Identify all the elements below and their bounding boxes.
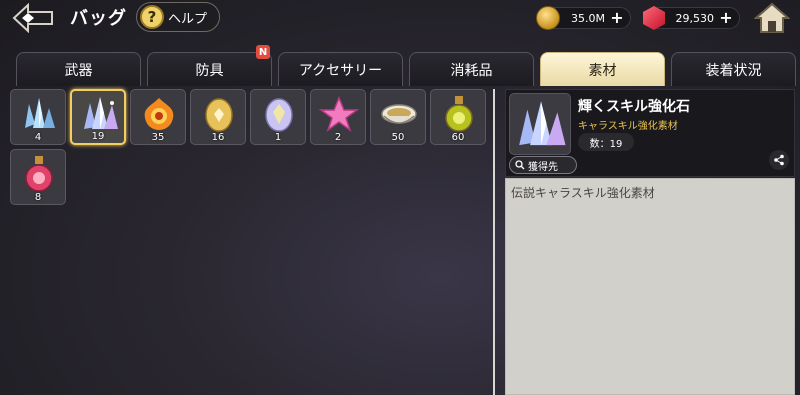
tab-label: 消耗品 bbox=[450, 62, 493, 79]
pearl-egg-icon bbox=[265, 98, 293, 132]
tab-label: 素材 bbox=[588, 62, 617, 79]
item-count: 19 bbox=[91, 131, 105, 142]
detail-thumbnail bbox=[509, 93, 571, 155]
item-count: 2 bbox=[334, 132, 342, 143]
gem-amount: 29,530 bbox=[675, 11, 715, 25]
back-button[interactable] bbox=[10, 2, 58, 34]
share-icon bbox=[774, 154, 784, 166]
item-description-panel: 伝説キャラスキル強化素材 bbox=[505, 178, 795, 395]
item-description: 伝説キャラスキル強化素材 bbox=[511, 186, 655, 200]
soup-bowl-icon bbox=[381, 104, 417, 124]
item-category: キャラスキル強化素材 bbox=[578, 121, 678, 132]
item-count: 16 bbox=[211, 132, 225, 143]
home-button[interactable] bbox=[752, 1, 792, 35]
back-arrow-icon bbox=[12, 3, 53, 33]
pink-star-icon bbox=[318, 96, 360, 132]
help-button[interactable]: ? ヘルプ bbox=[136, 2, 220, 32]
page-title: バッグ bbox=[70, 8, 127, 29]
item-slot[interactable]: 8 bbox=[10, 149, 66, 205]
tab-label: 装着状況 bbox=[705, 62, 762, 79]
shining-crystal-icon bbox=[84, 97, 118, 129]
blue-crystal-icon bbox=[25, 98, 55, 128]
tab-label: アクセサリー bbox=[298, 62, 383, 79]
item-slot[interactable]: 60 bbox=[430, 89, 486, 145]
tab-accessories[interactable]: アクセサリー bbox=[278, 52, 403, 86]
red-potion-icon bbox=[25, 156, 53, 192]
gold-amount: 35.0M bbox=[571, 11, 605, 25]
item-slot[interactable]: 19 bbox=[70, 89, 126, 145]
item-count: 4 bbox=[34, 132, 42, 143]
gem-currency: 29,530 + bbox=[643, 6, 740, 30]
gold-currency: 35.0M + bbox=[536, 6, 631, 30]
fire-emblem-icon bbox=[144, 98, 174, 130]
golden-egg-icon bbox=[205, 98, 233, 132]
category-tabs: 武器 防具 N アクセサリー 消耗品 素材 装着状況 bbox=[16, 45, 796, 86]
coin-icon bbox=[536, 6, 560, 30]
tab-materials[interactable]: 素材 bbox=[540, 52, 665, 86]
green-potion-icon bbox=[445, 96, 473, 132]
panel-divider bbox=[493, 89, 495, 395]
search-icon bbox=[515, 160, 525, 170]
tab-equip-status[interactable]: 装着状況 bbox=[671, 52, 796, 86]
item-slot[interactable]: 1 bbox=[250, 89, 306, 145]
tab-weapons[interactable]: 武器 bbox=[16, 52, 141, 86]
add-gem-button[interactable]: + bbox=[719, 10, 733, 26]
item-count: 8 bbox=[34, 192, 42, 203]
item-slot[interactable]: 16 bbox=[190, 89, 246, 145]
tab-label: 防具 bbox=[195, 62, 224, 79]
item-name: 輝くスキル強化石 bbox=[578, 99, 690, 115]
item-slot[interactable]: 4 bbox=[10, 89, 66, 145]
new-badge: N bbox=[256, 45, 270, 59]
question-icon: ? bbox=[140, 5, 164, 29]
item-detail-header: 輝くスキル強化石 キャラスキル強化素材 数：19 獲得先 bbox=[505, 89, 795, 177]
shining-crystal-icon bbox=[519, 101, 566, 146]
item-count: 35 bbox=[151, 132, 165, 143]
tab-consumables[interactable]: 消耗品 bbox=[409, 52, 534, 86]
item-count: 50 bbox=[391, 132, 405, 143]
item-slot[interactable]: 2 bbox=[310, 89, 366, 145]
item-slot[interactable]: 50 bbox=[370, 89, 426, 145]
tab-label: 武器 bbox=[64, 62, 93, 79]
item-quantity: 数：19 bbox=[578, 133, 634, 151]
obtain-label: 獲得先 bbox=[528, 161, 558, 173]
help-label: ヘルプ bbox=[168, 11, 208, 27]
add-gold-button[interactable]: + bbox=[610, 10, 624, 26]
home-icon bbox=[754, 2, 790, 33]
share-button[interactable] bbox=[769, 150, 789, 170]
obtain-source-button[interactable]: 獲得先 bbox=[509, 156, 577, 174]
item-count: 1 bbox=[274, 132, 282, 143]
item-count: 60 bbox=[451, 132, 465, 143]
gem-icon bbox=[643, 6, 665, 30]
item-slot[interactable]: 35 bbox=[130, 89, 186, 145]
tab-armor[interactable]: 防具 N bbox=[147, 45, 272, 86]
